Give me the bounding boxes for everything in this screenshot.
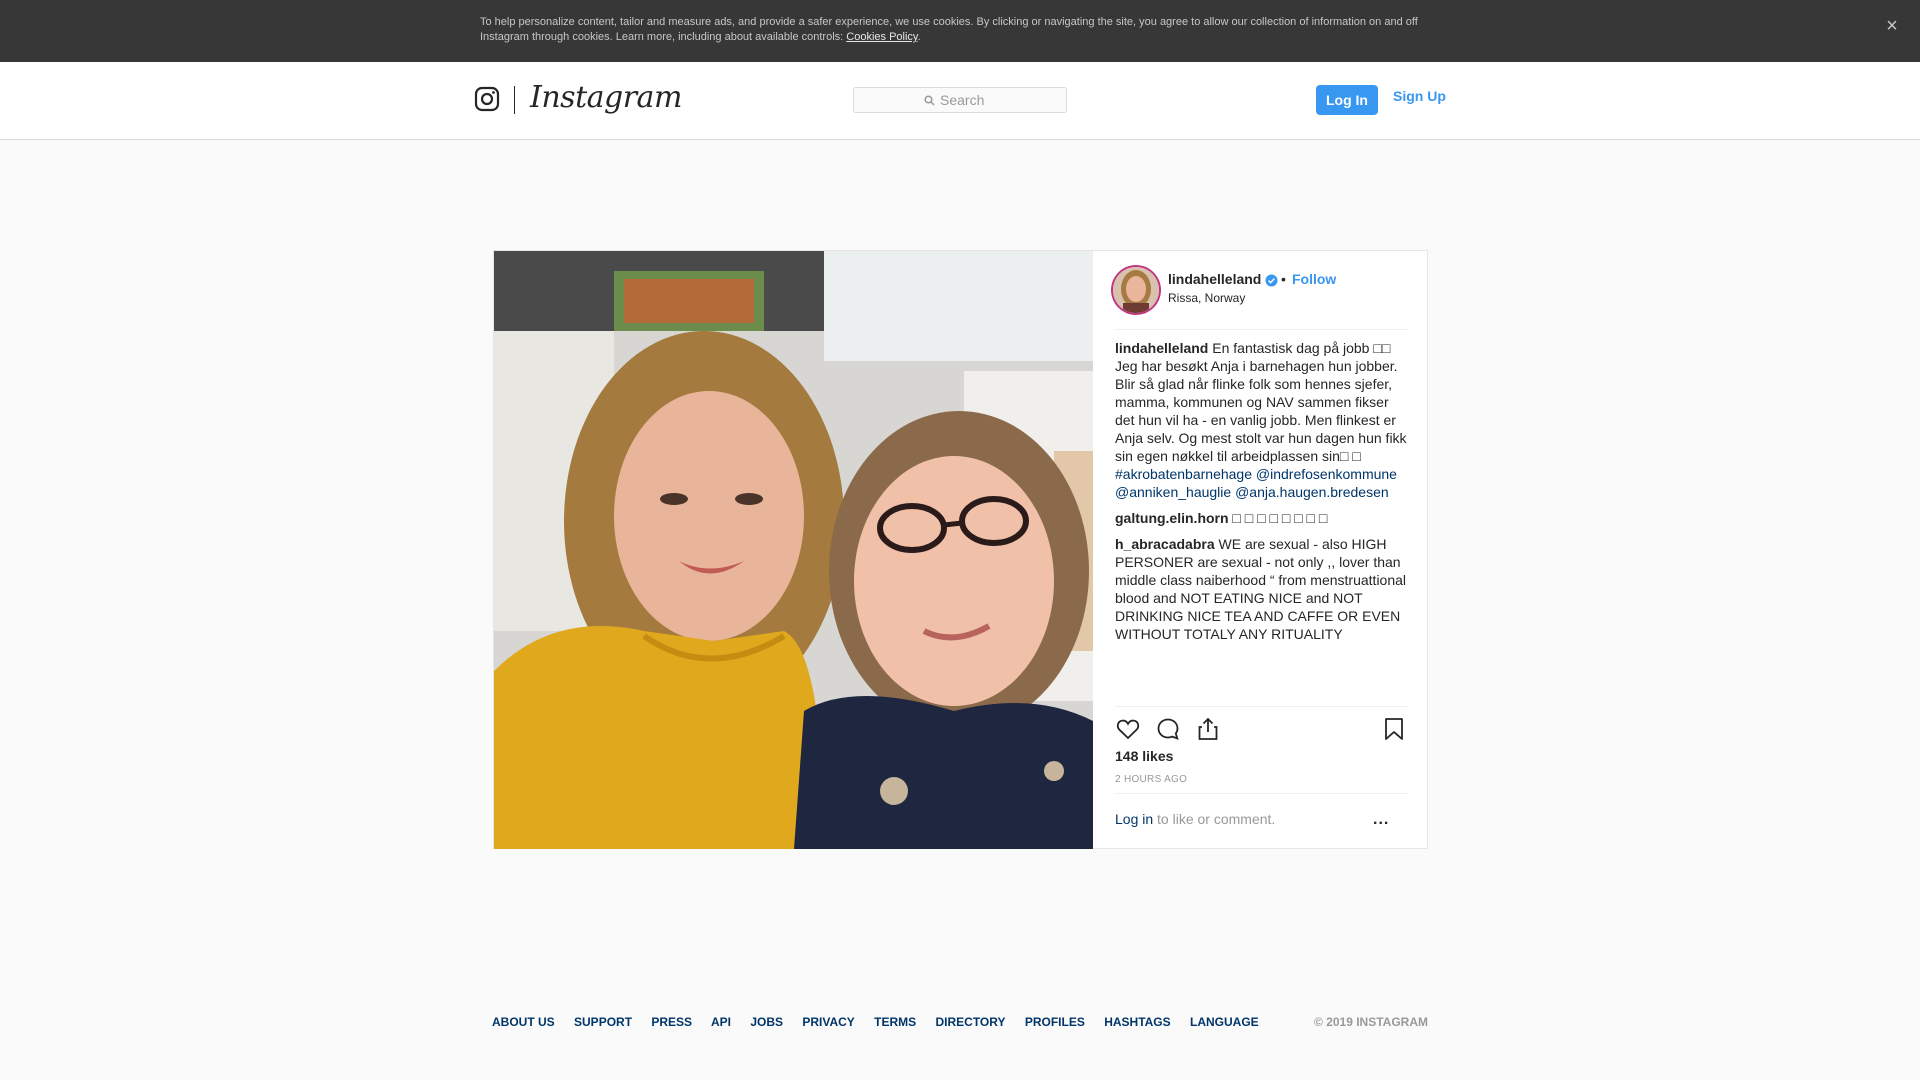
verified-badge-icon xyxy=(1265,274,1278,287)
mention-link[interactable]: @indrefosenkommune xyxy=(1256,466,1397,482)
cookies-policy-link[interactable]: Cookies Policy xyxy=(846,31,917,43)
post-photo-image xyxy=(494,251,1093,849)
divider xyxy=(1115,793,1407,794)
footer-link-support[interactable]: Support xyxy=(574,1015,632,1029)
close-icon[interactable]: × xyxy=(1880,14,1904,38)
likes-count[interactable]: 148 likes xyxy=(1115,748,1173,764)
footer-link-about[interactable]: About us xyxy=(492,1015,555,1029)
instagram-logo-icon[interactable] xyxy=(474,86,500,112)
log-in-link[interactable]: Log in xyxy=(1115,811,1153,827)
logo-divider xyxy=(514,86,515,114)
footer: About us Support Press API Jobs Privacy … xyxy=(492,1015,1428,1035)
copyright: © 2019 Instagram xyxy=(1314,1015,1428,1029)
cookie-banner-text: To help personalize content, tailor and … xyxy=(480,15,1440,45)
post-sidebar: lindahelleland • Follow Rissa, Norway li… xyxy=(1093,251,1427,848)
avatar[interactable] xyxy=(1113,267,1159,313)
hashtag-link[interactable]: #akrobatenbarnehage xyxy=(1115,466,1252,482)
post-username[interactable]: lindahelleland xyxy=(1168,271,1261,287)
post-photo[interactable] xyxy=(494,251,1093,849)
footer-link-privacy[interactable]: Privacy xyxy=(802,1015,854,1029)
comment-item: galtung.elin.horn □ □ □ □ □ □ □ □ xyxy=(1115,509,1407,527)
follow-button[interactable]: Follow xyxy=(1292,271,1336,287)
post-actions xyxy=(1115,716,1407,746)
divider xyxy=(1115,329,1407,330)
footer-link-hashtags[interactable]: Hashtags xyxy=(1104,1015,1170,1029)
separator-dot: • xyxy=(1281,271,1286,287)
comment-username[interactable]: galtung.elin.horn xyxy=(1115,510,1229,526)
post-card: lindahelleland • Follow Rissa, Norway li… xyxy=(493,250,1428,849)
top-navigation: Instagram Log In Sign Up xyxy=(0,62,1920,140)
comment-item: h_abracadabra WE are sexual - also HIGH … xyxy=(1115,535,1407,643)
heart-icon[interactable] xyxy=(1115,716,1141,742)
log-in-button[interactable]: Log In xyxy=(1316,85,1378,115)
instagram-wordmark[interactable]: Instagram xyxy=(530,80,682,115)
caption-username[interactable]: lindahelleland xyxy=(1115,340,1208,356)
post-timestamp[interactable]: 2 HOURS AGO xyxy=(1115,774,1187,785)
sign-up-button[interactable]: Sign Up xyxy=(1393,85,1446,115)
footer-link-language[interactable]: Language xyxy=(1190,1015,1259,1029)
comment-text: □ □ □ □ □ □ □ □ xyxy=(1228,510,1328,526)
footer-link-profiles[interactable]: Profiles xyxy=(1025,1015,1085,1029)
mention-link[interactable]: @anja.haugen.bredesen xyxy=(1235,484,1389,500)
footer-link-terms[interactable]: Terms xyxy=(874,1015,916,1029)
login-prompt-text: to like or comment. xyxy=(1153,811,1276,827)
footer-link-directory[interactable]: Directory xyxy=(935,1015,1005,1029)
cookie-text-suffix: . xyxy=(917,31,921,43)
caption: lindahelleland En fantastisk dag på jobb… xyxy=(1115,339,1407,501)
footer-link-api[interactable]: API xyxy=(711,1015,731,1029)
footer-link-press[interactable]: Press xyxy=(651,1015,692,1029)
login-prompt: Log in to like or comment. xyxy=(1115,811,1275,827)
mention-link[interactable]: @anniken_hauglie xyxy=(1115,484,1231,500)
bookmark-icon[interactable] xyxy=(1381,716,1407,742)
share-icon[interactable] xyxy=(1195,716,1221,742)
comment-username[interactable]: h_abracadabra xyxy=(1115,536,1215,552)
search-input[interactable] xyxy=(940,91,1060,109)
comments-list: lindahelleland En fantastisk dag på jobb… xyxy=(1115,339,1407,649)
divider xyxy=(1115,706,1407,707)
footer-link-jobs[interactable]: Jobs xyxy=(750,1015,783,1029)
search-box[interactable] xyxy=(853,87,1067,113)
cookie-text: To help personalize content, tailor and … xyxy=(480,16,1418,43)
comment-icon[interactable] xyxy=(1155,716,1181,742)
avatar-image xyxy=(1113,267,1159,313)
post-location[interactable]: Rissa, Norway xyxy=(1168,291,1245,305)
cookie-banner: To help personalize content, tailor and … xyxy=(0,0,1920,62)
caption-text: En fantastisk dag på jobb □□ Jeg har bes… xyxy=(1115,340,1407,464)
search-icon xyxy=(924,95,935,106)
more-options-icon[interactable]: ... xyxy=(1373,811,1397,829)
